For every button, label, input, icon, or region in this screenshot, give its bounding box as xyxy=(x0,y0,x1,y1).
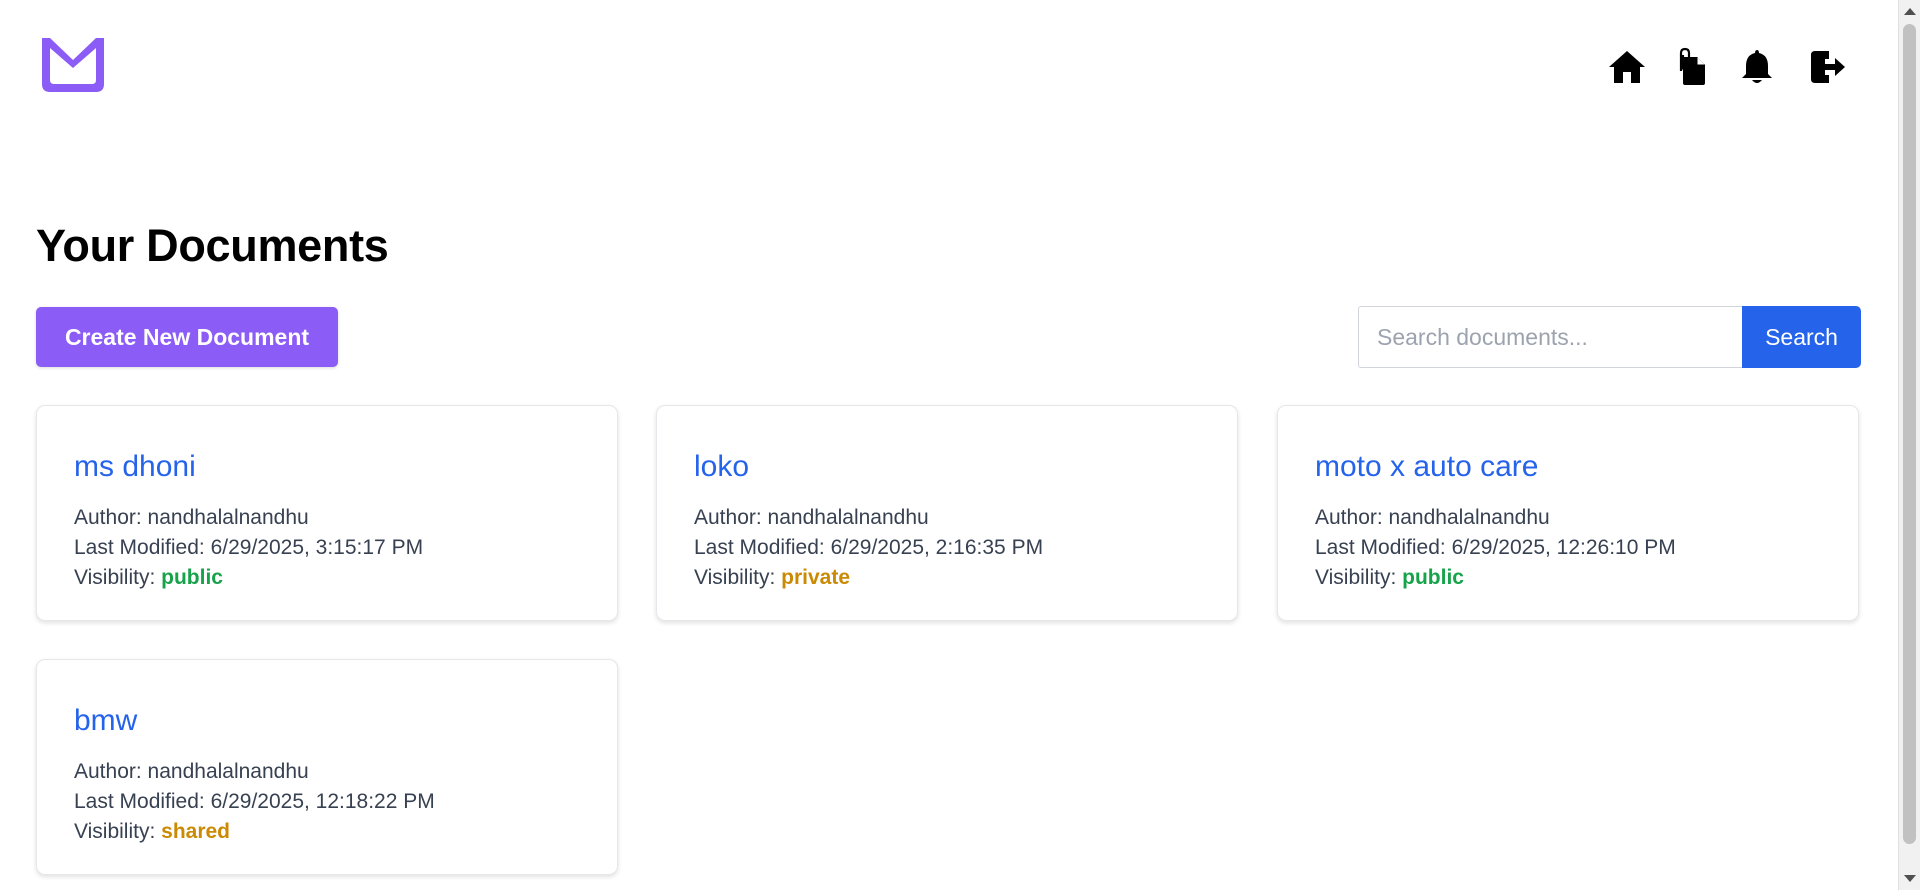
scroll-down-icon[interactable] xyxy=(1904,875,1916,882)
document-meta: Author: nandhalalnandhu Last Modified: 6… xyxy=(74,757,435,847)
search-button[interactable]: Search xyxy=(1742,306,1861,368)
scroll-thumb[interactable] xyxy=(1903,24,1916,844)
visibility-badge: public xyxy=(161,566,223,589)
document-card[interactable]: bmw Author: nandhalalnandhu Last Modifie… xyxy=(36,659,618,875)
document-modified: Last Modified: 6/29/2025, 2:16:35 PM xyxy=(694,536,1044,559)
document-title[interactable]: bmw xyxy=(74,702,137,740)
document-author: Author: nandhalalnandhu xyxy=(74,760,309,783)
documents-icon[interactable] xyxy=(1672,46,1714,88)
scroll-up-icon[interactable] xyxy=(1904,8,1916,15)
book-logo-icon[interactable] xyxy=(36,34,110,98)
document-meta: Author: nandhalalnandhu Last Modified: 6… xyxy=(694,503,1043,593)
document-meta: Author: nandhalalnandhu Last Modified: 6… xyxy=(1315,503,1676,593)
document-modified: Last Modified: 6/29/2025, 12:26:10 PM xyxy=(1315,536,1676,559)
search-bar: Search xyxy=(1358,306,1861,368)
logout-icon[interactable] xyxy=(1806,46,1848,88)
document-visibility: Visibility: private xyxy=(694,566,851,589)
document-meta: Author: nandhalalnandhu Last Modified: 6… xyxy=(74,503,423,593)
document-modified: Last Modified: 6/29/2025, 3:15:17 PM xyxy=(74,536,424,559)
document-title[interactable]: ms dhoni xyxy=(74,448,196,486)
document-card[interactable]: ms dhoni Author: nandhalalnandhu Last Mo… xyxy=(36,405,618,621)
document-modified: Last Modified: 6/29/2025, 12:18:22 PM xyxy=(74,790,435,813)
document-visibility: Visibility: public xyxy=(74,566,223,589)
document-title[interactable]: moto x auto care xyxy=(1315,448,1538,486)
document-author: Author: nandhalalnandhu xyxy=(1315,506,1550,529)
visibility-badge: shared xyxy=(161,820,231,843)
document-author: Author: nandhalalnandhu xyxy=(694,506,929,529)
create-document-button[interactable]: Create New Document xyxy=(36,307,338,367)
visibility-badge: public xyxy=(1402,566,1464,589)
bell-icon[interactable] xyxy=(1736,46,1778,88)
vertical-scrollbar[interactable] xyxy=(1898,0,1920,890)
document-author: Author: nandhalalnandhu xyxy=(74,506,309,529)
page: Your Documents Create New Document Searc… xyxy=(0,0,1898,890)
document-card[interactable]: loko Author: nandhalalnandhu Last Modifi… xyxy=(656,405,1238,621)
home-icon[interactable] xyxy=(1606,46,1648,88)
page-title: Your Documents xyxy=(36,220,389,271)
document-visibility: Visibility: public xyxy=(1315,566,1464,589)
document-visibility: Visibility: shared xyxy=(74,820,231,843)
visibility-badge: private xyxy=(781,566,851,589)
search-input[interactable] xyxy=(1358,306,1742,368)
document-title[interactable]: loko xyxy=(694,448,749,486)
document-card[interactable]: moto x auto care Author: nandhalalnandhu… xyxy=(1277,405,1859,621)
